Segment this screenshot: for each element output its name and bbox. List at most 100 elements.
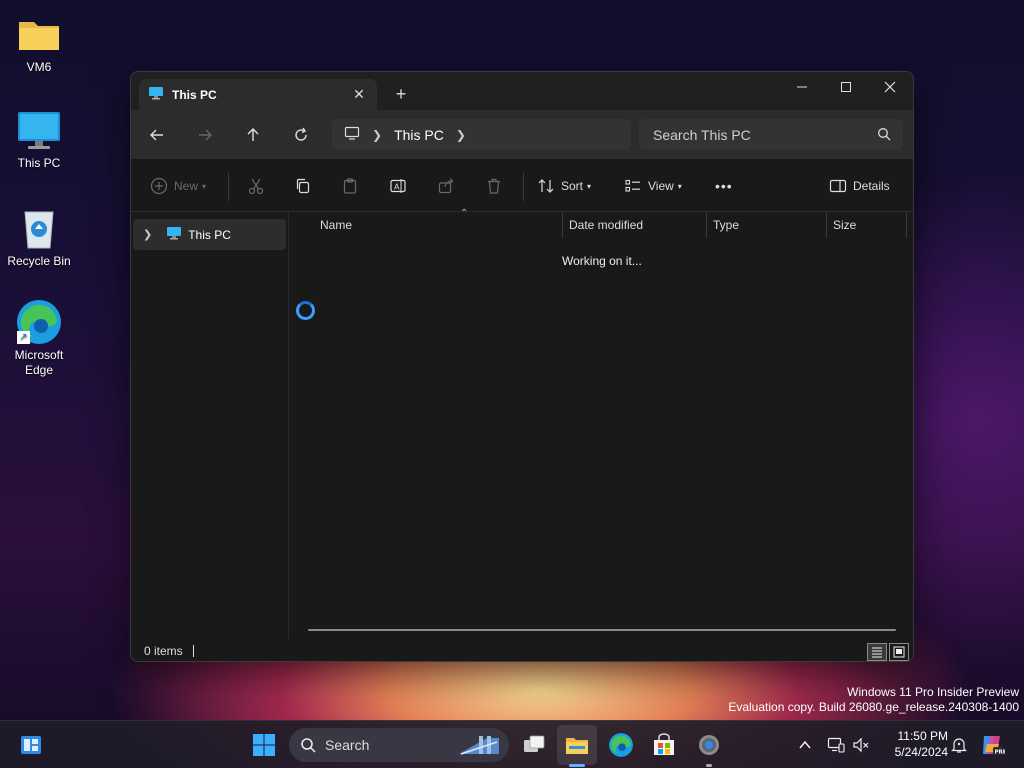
task-view-button[interactable] bbox=[518, 729, 550, 761]
loading-spinner-icon bbox=[296, 301, 315, 320]
shortcut-arrow-icon: ↗ bbox=[17, 331, 30, 344]
notifications-button[interactable] bbox=[943, 729, 975, 761]
clipboard-icon bbox=[343, 178, 357, 194]
trash-icon bbox=[488, 178, 500, 194]
refresh-icon bbox=[295, 127, 307, 141]
desktop-icon-recycle-bin[interactable]: Recycle Bin bbox=[4, 204, 74, 269]
file-explorer-window: This PC ✕ + ❯ This PC ❯ Search This PC N… bbox=[130, 71, 914, 662]
svg-text:PRE: PRE bbox=[995, 750, 1006, 756]
refresh-button[interactable] bbox=[288, 122, 314, 148]
breadcrumb-chevron-icon[interactable]: ❯ bbox=[456, 128, 466, 142]
navigation-pane: ❯ This PC bbox=[131, 212, 289, 639]
up-button[interactable] bbox=[240, 122, 266, 148]
volume-button[interactable] bbox=[845, 729, 877, 761]
sort-button[interactable]: Sort ▾ bbox=[537, 174, 591, 198]
more-options-button[interactable]: ••• bbox=[715, 174, 733, 198]
paste-button[interactable] bbox=[341, 174, 359, 198]
minimize-button[interactable] bbox=[779, 72, 825, 102]
breadcrumb-item[interactable]: This PC bbox=[394, 127, 444, 143]
search-input[interactable]: Search This PC bbox=[639, 119, 903, 150]
start-button[interactable] bbox=[248, 729, 280, 761]
notification-bell-icon bbox=[951, 738, 967, 753]
taskbar: Search 11:50 PM 5/24/2024 PRE bbox=[0, 720, 1024, 768]
arrow-up-icon bbox=[247, 128, 259, 141]
new-tab-button[interactable]: + bbox=[391, 84, 411, 104]
view-button[interactable]: View ▾ bbox=[624, 174, 682, 198]
close-window-button[interactable] bbox=[867, 72, 913, 102]
widgets-button[interactable] bbox=[15, 729, 47, 761]
copilot-button[interactable]: PRE bbox=[976, 729, 1008, 761]
tiles-view-icon bbox=[893, 646, 905, 658]
speaker-muted-icon bbox=[853, 737, 869, 753]
details-label: Details bbox=[853, 179, 890, 193]
address-bar[interactable]: ❯ This PC ❯ bbox=[332, 119, 631, 150]
status-divider bbox=[192, 645, 194, 657]
rename-button[interactable]: A bbox=[389, 174, 407, 198]
arrow-left-icon bbox=[150, 129, 163, 141]
back-button[interactable] bbox=[144, 122, 170, 148]
forward-button[interactable] bbox=[192, 122, 218, 148]
column-label: Size bbox=[833, 218, 857, 232]
copy-button[interactable] bbox=[294, 174, 312, 198]
maximize-button[interactable] bbox=[823, 72, 869, 102]
column-header-size[interactable]: Size bbox=[827, 212, 907, 238]
view-icon bbox=[625, 179, 640, 192]
horizontal-scrollbar[interactable] bbox=[308, 629, 896, 631]
chevron-right-icon[interactable]: ❯ bbox=[143, 228, 152, 241]
divider bbox=[523, 173, 524, 201]
desktop-icon-edge[interactable]: ↗ Microsoft Edge bbox=[4, 298, 74, 378]
desktop-icon-label: Recycle Bin bbox=[7, 254, 71, 268]
taskbar-file-explorer[interactable] bbox=[561, 729, 593, 761]
edge-icon: ↗ bbox=[15, 298, 63, 346]
search-highlight-icon bbox=[457, 732, 501, 761]
tab-close-icon[interactable]: ✕ bbox=[351, 86, 367, 102]
taskbar-search[interactable]: Search bbox=[289, 728, 509, 762]
status-message: Working on it... bbox=[562, 254, 642, 268]
add-icon bbox=[150, 177, 168, 195]
clock-time: 11:50 PM bbox=[897, 729, 948, 743]
scissors-icon bbox=[248, 178, 264, 195]
command-bar: New ▾ A Sort ▾ View ▾ ••• Details bbox=[131, 158, 913, 212]
column-label: Name bbox=[320, 218, 353, 232]
taskbar-store[interactable] bbox=[648, 729, 680, 761]
column-header-date-modified[interactable]: Date modified bbox=[563, 212, 707, 238]
delete-button[interactable] bbox=[485, 174, 503, 198]
network-icon bbox=[827, 737, 845, 753]
chevron-down-icon: ▾ bbox=[202, 181, 207, 191]
svg-text:A: A bbox=[394, 183, 400, 192]
arrow-right-icon bbox=[199, 129, 212, 141]
taskbar-settings[interactable] bbox=[693, 729, 725, 761]
desktop-icon-vm6[interactable]: VM6 bbox=[4, 10, 74, 75]
copilot-icon: PRE bbox=[983, 736, 1006, 756]
tab-this-pc[interactable]: This PC ✕ bbox=[139, 79, 377, 110]
navigation-bar: ❯ This PC ❯ Search This PC bbox=[131, 110, 913, 158]
monitor-icon bbox=[166, 225, 182, 244]
chevron-down-icon: ▾ bbox=[587, 181, 592, 191]
desktop-icon-this-pc[interactable]: This PC bbox=[4, 106, 74, 171]
details-view-button[interactable] bbox=[867, 643, 887, 661]
show-hidden-icons-button[interactable] bbox=[789, 729, 821, 761]
sort-ascending-icon: ⌃ bbox=[460, 208, 469, 219]
breadcrumb-chevron-icon[interactable]: ❯ bbox=[372, 128, 382, 142]
windows-logo-icon bbox=[253, 734, 275, 756]
search-placeholder: Search This PC bbox=[653, 126, 751, 143]
taskbar-edge[interactable] bbox=[605, 729, 637, 761]
copy-icon bbox=[296, 178, 310, 194]
column-header-name[interactable]: Name ⌃ bbox=[314, 208, 563, 238]
details-button[interactable]: Details bbox=[829, 174, 890, 198]
recycle-bin-icon bbox=[15, 204, 63, 252]
new-button[interactable]: New ▾ bbox=[150, 174, 206, 198]
maximize-icon bbox=[841, 82, 851, 92]
taskbar-search-label: Search bbox=[325, 737, 370, 753]
title-bar: This PC ✕ + bbox=[131, 72, 913, 110]
system-clock[interactable]: 11:50 PM 5/24/2024 bbox=[880, 728, 948, 760]
large-icons-view-button[interactable] bbox=[889, 643, 909, 661]
share-button[interactable] bbox=[437, 174, 455, 198]
cut-button[interactable] bbox=[247, 174, 265, 198]
watermark-line: Evaluation copy. Build 26080.ge_release.… bbox=[728, 700, 1019, 714]
item-count: 0 items bbox=[144, 644, 183, 658]
sort-icon bbox=[538, 179, 554, 193]
desktop-icon-label: VM6 bbox=[26, 60, 52, 74]
column-header-type[interactable]: Type bbox=[707, 212, 827, 238]
nav-item-this-pc[interactable]: ❯ This PC bbox=[133, 219, 286, 250]
